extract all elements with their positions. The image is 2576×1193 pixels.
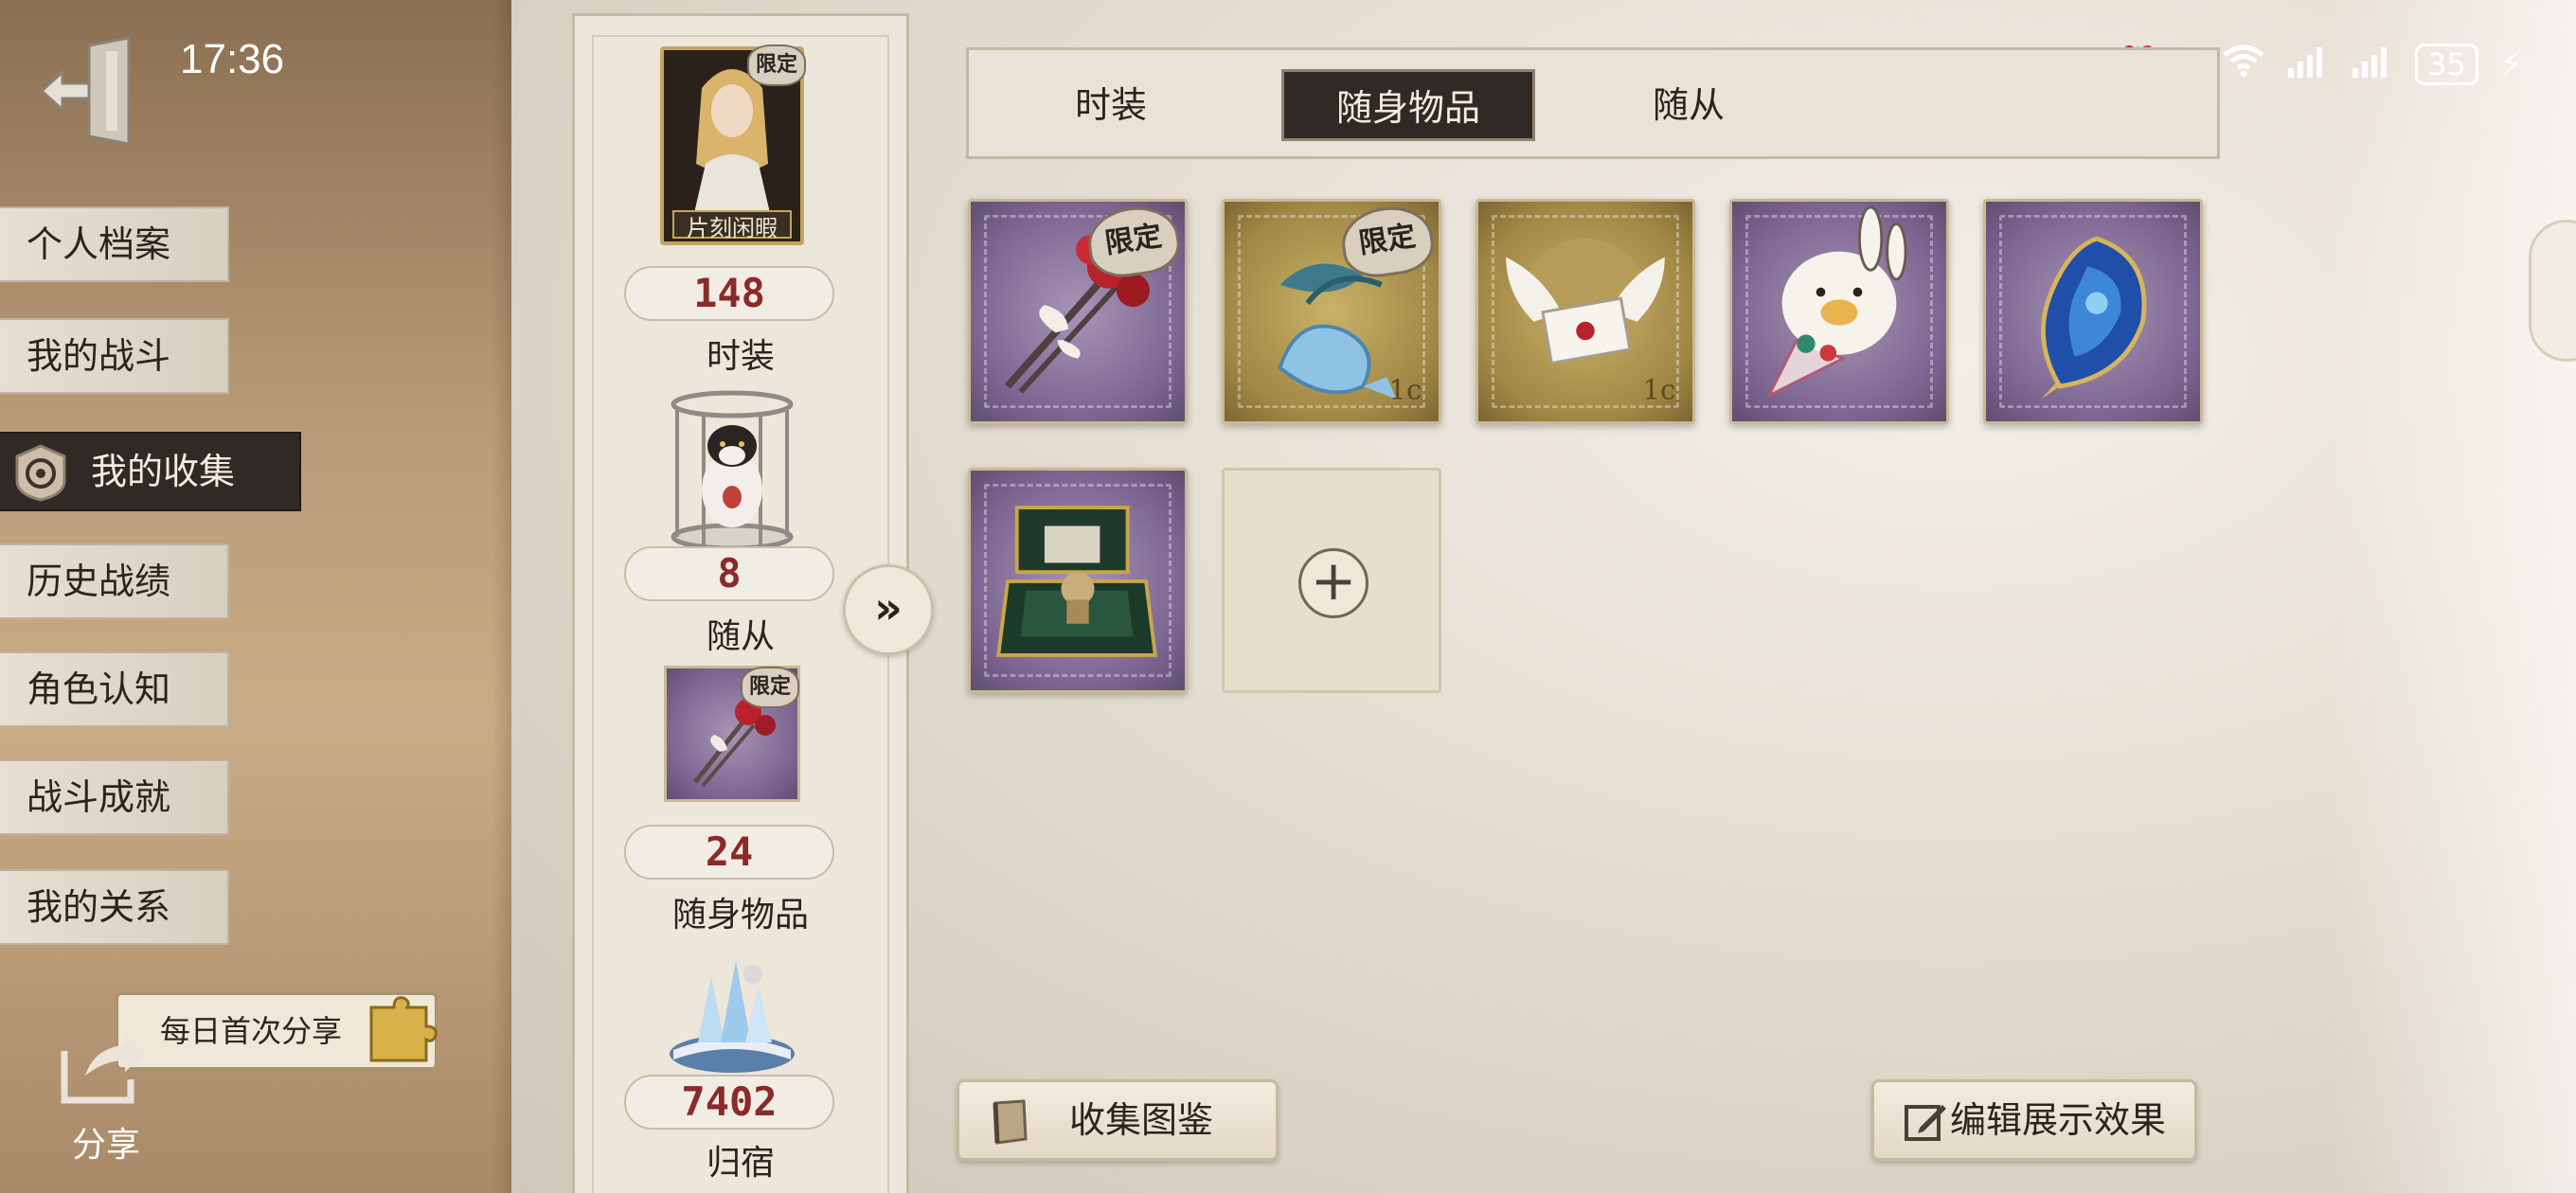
item-winged-letter[interactable]: 1c [1476,199,1695,424]
jewelry-box-icon [996,506,1158,657]
home-count: 7402 [624,1075,834,1130]
item-rose-bouquet[interactable]: 限定 [968,199,1188,424]
outfit-thumbnail[interactable]: 片刻闲暇 限定 [660,45,806,245]
winged-letter-icon: 1c [1506,239,1675,406]
side-menu-my-collection[interactable]: 我的收集 [0,432,301,511]
tab-companion[interactable]: 随从 [1603,69,1774,141]
empty-item-slot[interactable]: + [1222,468,1441,693]
wifi-icon [2222,44,2265,86]
signal-icon [2286,44,2330,86]
collection-guide-button[interactable]: 收集图鉴 [957,1079,1279,1161]
side-menu-relationships[interactable]: 我的关系 [0,869,229,945]
limited-tag: 限定 [741,667,799,708]
charging-icon: ⚡ [2498,45,2523,84]
item-blue-crystal[interactable] [1983,199,2203,424]
side-menu-achievements[interactable]: 战斗成就 [0,759,229,835]
item-jewelry-box[interactable] [968,468,1188,693]
collapse-button[interactable]: » [843,564,934,655]
crystal-book-icon [670,961,795,1073]
edit-display-button[interactable]: 编辑展示效果 [1871,1079,2197,1161]
item-blue-fish[interactable]: 1c 限定 [1222,199,1441,424]
accessory-count: 24 [624,825,834,880]
limited-tag: 限定 [747,45,806,86]
exit-icon[interactable] [34,34,148,148]
svg-text:1c: 1c [1388,374,1422,406]
light-overlay [2330,0,2576,1193]
outfit-caption: 片刻闲暇 [687,215,778,241]
accessory-label: 随身物品 [671,896,809,935]
cat-in-cage-icon [671,390,794,551]
svg-text:1c: 1c [1642,374,1675,406]
side-drawer-handle[interactable] [2529,220,2576,362]
blue-crystal-icon [2041,236,2147,400]
plus-icon[interactable]: + [1298,548,1368,618]
puzzle-icon [369,996,438,1062]
collection-badge-icon [15,444,66,502]
side-menu-my-battles[interactable]: 我的战斗 [0,318,229,394]
double-chevron-right-icon: » [874,582,903,633]
outfit-count: 148 [624,266,834,321]
tab-accessory[interactable]: 随身物品 [1281,69,1535,141]
outfit-label: 时装 [706,337,775,376]
companion-thumbnail[interactable] [660,385,804,556]
side-menu-profile[interactable]: 个人档案 [0,206,229,282]
collection-guide-label: 收集图鉴 [1068,1099,1213,1141]
share-icon[interactable] [57,1032,148,1104]
tab-outfit[interactable]: 时装 [1026,69,1196,141]
side-menu-history[interactable]: 历史战绩 [0,543,229,619]
accessory-thumbnail[interactable]: 限定 [664,666,800,802]
companion-count: 8 [624,546,834,601]
bunny-icecream-icon [1765,205,1907,399]
signal-icon [2351,44,2394,86]
home-thumbnail[interactable] [660,948,804,1080]
edit-display-label: 编辑展示效果 [1949,1099,2166,1141]
side-menu-character-knowledge[interactable]: 角色认知 [0,651,229,727]
side-menu-label: 我的收集 [91,451,236,492]
item-bunny-icecream[interactable] [1729,199,1949,424]
share-label[interactable]: 分享 [72,1117,140,1166]
status-clock: 17:36 [180,36,285,82]
battery-indicator: 35 [2415,44,2478,85]
tab-bar: 时装 随身物品 随从 [966,47,2220,159]
home-label: 归宿 [706,1144,775,1183]
